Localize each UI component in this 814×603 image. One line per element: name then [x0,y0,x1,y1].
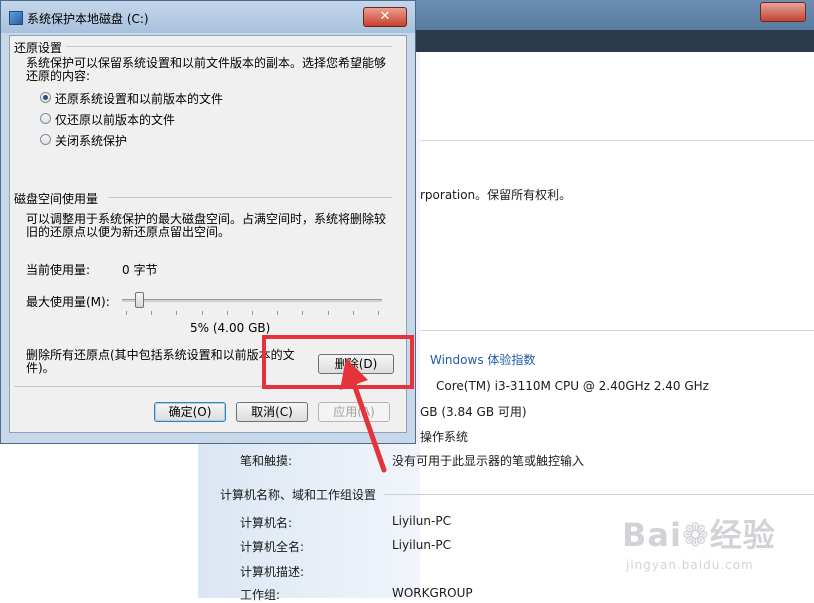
windows-experience-index-link[interactable]: Windows 体验指数 [430,351,535,368]
computer-name-label: 计算机名: [240,516,293,530]
slider-tick [328,311,329,315]
current-usage-label: 当前使用量: [26,263,91,277]
disk-usage-description: 可以调整用于系统保护的最大磁盘空间。占满空间时，系统将删除较旧的还原点以便为新还… [26,212,387,239]
divider [420,330,814,331]
disk-usage-divider [108,197,392,198]
system-type-value: 操作系统 [420,430,469,444]
workgroup-label: 工作组: [240,588,281,602]
system-protection-icon [9,11,23,25]
max-usage-slider-thumb[interactable] [135,292,144,308]
slider-tick [176,311,177,315]
dialog-title: 系统保护本地磁盘 (C:) [27,12,149,26]
max-usage-slider-track[interactable] [122,299,382,302]
restore-settings-divider [62,46,392,47]
computer-name-section-title: 计算机名称、域和工作组设置 [220,488,377,502]
computer-name-value: Liyilun-PC [392,514,451,528]
cancel-button[interactable]: 取消(C) [236,402,308,422]
divider [420,140,814,141]
restore-settings-description: 系统保护可以保留系统设置和以前文件版本的副本。选择您希望能够还原的内容: [26,56,387,83]
pen-touch-label: 笔和触摸: [240,454,293,468]
slider-tick [277,311,278,315]
slider-tick [302,311,303,315]
radio-button[interactable] [40,92,51,103]
full-computer-name-label: 计算机全名: [240,540,305,554]
close-icon[interactable]: ✕ [363,7,407,27]
slider-readout: 5% (4.00 GB) [190,321,271,335]
radio-label: 关闭系统保护 [55,134,128,148]
memory-value: GB (3.84 GB 可用) [420,405,527,419]
current-usage-value: 0 字节 [122,263,158,277]
max-usage-label: 最大使用量(M): [26,295,110,309]
restore-settings-heading: 还原设置 [14,39,67,56]
disk-usage-heading: 磁盘空间使用量 [14,190,103,207]
copyright-text: rporation。保留所有权利。 [420,188,572,202]
baidu-watermark: Bai❁经验 jingyan.baidu.com [612,510,792,580]
radio-label: 仅还原以前版本的文件 [55,113,176,127]
computer-description-label: 计算机描述: [240,565,305,579]
slider-tick [227,311,228,315]
slider-tick [202,311,203,315]
background-close-button[interactable] [760,2,806,22]
delete-restore-points-text: 删除所有还原点(其中包括系统设置和以前版本的文件)。 [26,348,295,375]
slider-tick [151,311,152,315]
full-computer-name-value: Liyilun-PC [392,538,451,552]
radio-label: 还原系统设置和以前版本的文件 [55,92,224,106]
dialog-titlebar[interactable]: 系统保护本地磁盘 (C:) ✕ [1,1,415,33]
slider-tick [126,311,127,315]
slider-tick [252,311,253,315]
pen-touch-value: 没有可用于此显示器的笔或触控输入 [392,454,585,468]
processor-value: Core(TM) i3-3110M CPU @ 2.40GHz 2.40 GHz [436,379,709,393]
annotation-arrow [340,358,387,473]
watermark-logo: Bai❁经验 [622,516,776,554]
radio-button[interactable] [40,134,51,145]
section-divider [384,494,814,495]
ok-button[interactable]: 确定(O) [154,402,226,422]
slider-tick [378,311,379,315]
watermark-url: jingyan.baidu.com [626,558,754,572]
slider-tick [353,311,354,315]
radio-button[interactable] [40,113,51,124]
